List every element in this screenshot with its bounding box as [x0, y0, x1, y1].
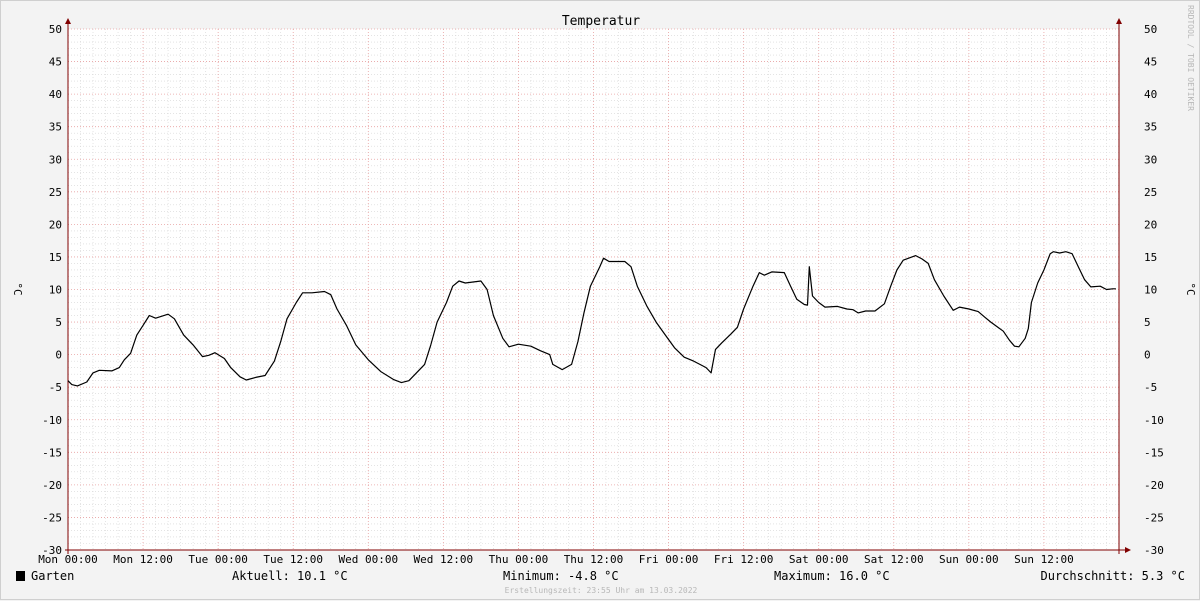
y-tick-label-left: 0 — [55, 349, 62, 362]
x-tick-label: Wed 12:00 — [414, 553, 474, 566]
x-tick-label: Mon 00:00 — [38, 553, 98, 566]
x-tick-label: Tue 12:00 — [263, 553, 323, 566]
y-tick-label-left: 35 — [49, 121, 62, 134]
legend-aktuell: Aktuell: 10.1 °C — [232, 569, 348, 583]
y-tick-label-right: -25 — [1144, 511, 1164, 524]
y-axis-arrow-left — [65, 18, 71, 24]
y-tick-label-left: 10 — [49, 284, 62, 297]
x-axis-arrow — [1125, 547, 1131, 553]
y-tick-label-right: 20 — [1144, 218, 1157, 231]
y-tick-label-right: -15 — [1144, 446, 1164, 459]
x-tick-label: Sat 12:00 — [864, 553, 924, 566]
y-tick-label-right: 25 — [1144, 186, 1157, 199]
x-tick-label: Thu 00:00 — [489, 553, 549, 566]
y-tick-label-left: 5 — [55, 316, 62, 329]
legend-maximum: Maximum: 16.0 °C — [774, 569, 890, 583]
y-axis-arrow-right — [1116, 18, 1122, 24]
x-tick-label: Tue 00:00 — [188, 553, 248, 566]
watermark: RRDTOOL / TOBI OETIKER — [1186, 5, 1195, 111]
y-tick-label-right: 5 — [1144, 316, 1151, 329]
legend-label-garten: Garten — [31, 569, 74, 583]
y-axis-label-left: °C — [11, 282, 24, 295]
y-tick-label-left: -5 — [49, 381, 62, 394]
x-tick-label: Fri 00:00 — [639, 553, 699, 566]
y-tick-label-left: -25 — [42, 511, 62, 524]
y-tick-label-left: -10 — [42, 414, 62, 427]
y-tick-label-right: -30 — [1144, 544, 1164, 557]
y-tick-label-right: 30 — [1144, 153, 1157, 166]
chart-title: Temperatur — [562, 14, 640, 29]
x-tick-label: Mon 12:00 — [113, 553, 173, 566]
y-tick-label-right: 10 — [1144, 284, 1157, 297]
legend-durchschnitt: Durchschnitt: 5.3 °C — [1041, 569, 1186, 583]
x-tick-label: Sun 00:00 — [939, 553, 999, 566]
x-tick-label: Sun 12:00 — [1014, 553, 1074, 566]
y-tick-label-left: -20 — [42, 479, 62, 492]
y-tick-label-left: 45 — [49, 56, 62, 69]
y-tick-label-left: -15 — [42, 446, 62, 459]
x-tick-label: Fri 12:00 — [714, 553, 774, 566]
legend-minimum: Minimum: -4.8 °C — [503, 569, 619, 583]
legend-swatch-garten — [16, 571, 25, 581]
chart-frame: Temperatur °C °C RRDTOOL / TOBI OETIKER … — [0, 0, 1200, 600]
x-tick-label: Sat 00:00 — [789, 553, 849, 566]
y-tick-label-right: -20 — [1144, 479, 1164, 492]
y-tick-label-left: 30 — [49, 153, 62, 166]
footer-creation-time: Erstellungszeit: 23:55 Uhr am 13.03.2022 — [505, 586, 698, 595]
y-tick-label-left: 15 — [49, 251, 62, 264]
y-tick-label-right: -5 — [1144, 381, 1157, 394]
y-tick-label-right: 35 — [1144, 121, 1157, 134]
x-tick-label: Thu 12:00 — [564, 553, 624, 566]
y-tick-label-left: 25 — [49, 186, 62, 199]
y-axis-label-right: °C — [1184, 282, 1197, 295]
y-tick-label-left: 40 — [49, 88, 62, 101]
y-tick-label-right: -10 — [1144, 414, 1164, 427]
y-tick-label-right: 40 — [1144, 88, 1157, 101]
y-tick-label-right: 0 — [1144, 349, 1151, 362]
y-tick-label-right: 50 — [1144, 23, 1157, 36]
y-tick-label-left: 20 — [49, 218, 62, 231]
y-tick-label-left: 50 — [49, 23, 62, 36]
y-tick-label-right: 45 — [1144, 56, 1157, 69]
x-tick-label: Wed 00:00 — [338, 553, 398, 566]
temperature-chart: Temperatur °C °C RRDTOOL / TOBI OETIKER … — [11, 5, 1197, 595]
y-tick-label-right: 15 — [1144, 251, 1157, 264]
